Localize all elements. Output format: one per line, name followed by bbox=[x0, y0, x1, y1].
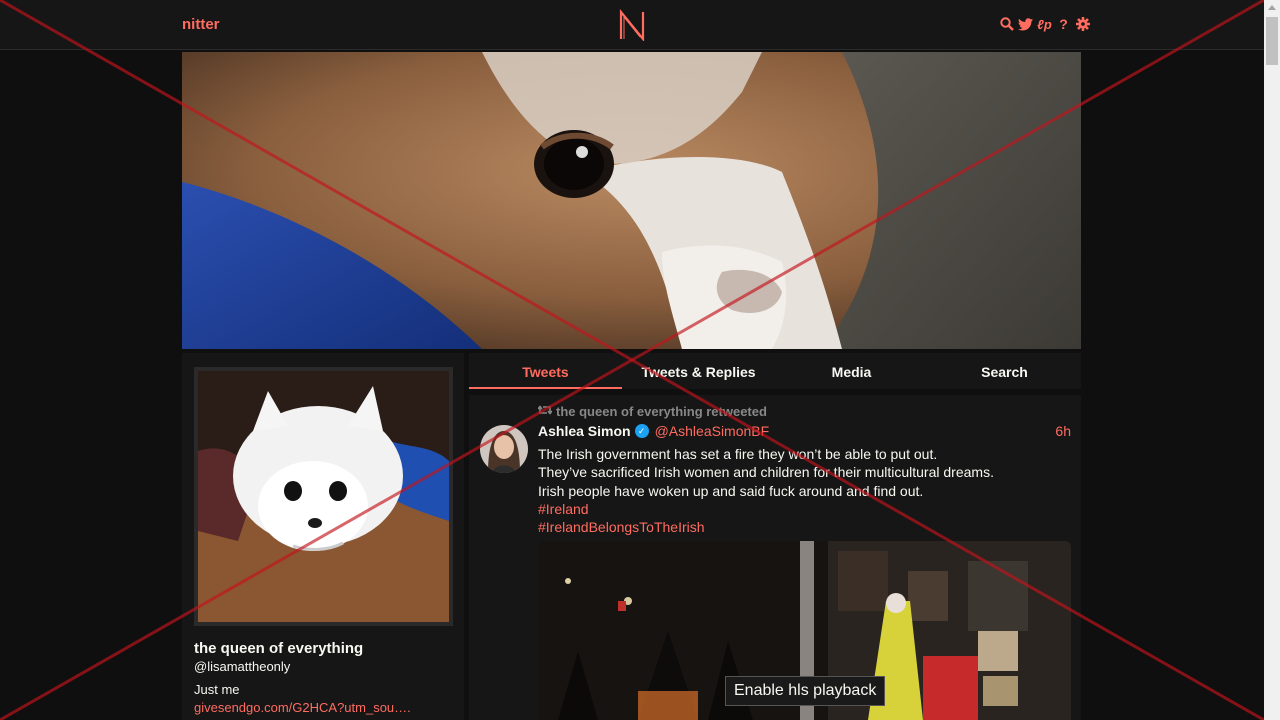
nitter-brand-link[interactable]: nitter bbox=[182, 16, 220, 33]
timeline: the queen of everything retweeted Ashlea… bbox=[469, 395, 1081, 720]
twitter-bird-icon[interactable] bbox=[1018, 16, 1033, 32]
tweet-text-line: Irish people have woken up and said fuck… bbox=[538, 482, 924, 499]
help-icon[interactable]: ? bbox=[1056, 16, 1071, 32]
hashtag-link[interactable]: #IrelandBelongsToTheIrish bbox=[538, 518, 1068, 536]
tweet-author-name[interactable]: Ashlea Simon bbox=[538, 423, 631, 439]
hashtag-link[interactable]: #Ireland bbox=[538, 500, 1068, 518]
retweet-header: the queen of everything retweeted bbox=[537, 404, 767, 419]
tab-media[interactable]: Media bbox=[775, 353, 928, 389]
tweet-author-avatar[interactable] bbox=[480, 425, 528, 473]
tweet-author-username[interactable]: @AshleaSimonBF bbox=[655, 423, 770, 439]
retweet-icon bbox=[537, 404, 553, 419]
scroll-up-arrow-icon[interactable] bbox=[1268, 5, 1276, 10]
profile-handle[interactable]: @lisamattheonly bbox=[194, 659, 290, 674]
verified-badge-icon: ✓ bbox=[634, 424, 649, 438]
tab-search[interactable]: Search bbox=[928, 353, 1081, 389]
profile-banner-image[interactable] bbox=[182, 52, 1081, 349]
timeline-tabs: Tweets Tweets & Replies Media Search bbox=[469, 353, 1081, 389]
tweet-text-line: The Irish government has set a fire they… bbox=[538, 446, 938, 462]
tweet-text-line: They’ve sacrificed Irish women and child… bbox=[538, 464, 994, 481]
profile-display-name[interactable]: the queen of everything bbox=[194, 640, 363, 657]
scroll-thumb[interactable] bbox=[1266, 17, 1278, 65]
nitter-logo-icon[interactable] bbox=[618, 9, 646, 41]
page-scrollbar[interactable] bbox=[1264, 0, 1280, 720]
profile-avatar[interactable] bbox=[194, 367, 453, 626]
search-icon[interactable] bbox=[999, 16, 1014, 32]
profile-website-link[interactable]: givesendgo.com/G2HCA?utm_sou…. bbox=[194, 700, 411, 715]
tweet-header: Ashlea Simon ✓ @AshleaSimonBF bbox=[538, 423, 769, 439]
tweet-content: The Irish government has set a fire they… bbox=[538, 445, 1068, 536]
rss-icon[interactable]: ℓp bbox=[1037, 16, 1052, 32]
top-navbar: nitter ℓp ? bbox=[0, 0, 1264, 50]
gear-icon[interactable] bbox=[1075, 16, 1090, 32]
profile-bio: Just me bbox=[194, 682, 240, 697]
tab-tweets-and-replies[interactable]: Tweets & Replies bbox=[622, 353, 775, 389]
nav-icons: ℓp ? bbox=[999, 16, 1090, 32]
tweet-date[interactable]: 6h bbox=[1055, 423, 1071, 439]
enable-hls-playback-button[interactable]: Enable hls playback bbox=[725, 676, 886, 706]
profile-card: the queen of everything @lisamattheonly … bbox=[182, 353, 464, 720]
retweet-label: the queen of everything retweeted bbox=[556, 404, 767, 419]
tab-tweets[interactable]: Tweets bbox=[469, 353, 622, 389]
